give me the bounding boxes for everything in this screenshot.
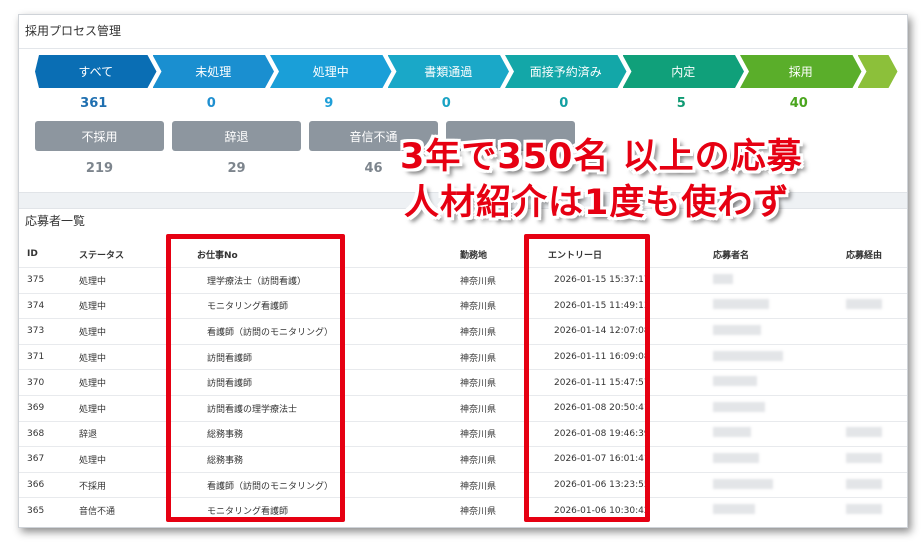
process-step-count: 0: [206, 96, 216, 111]
table-row[interactable]: 375 処理中 理学療法士（訪問看護） 神奈川県 2026-01-15 15:37:17: [19, 267, 907, 294]
redacted-name: [713, 401, 765, 412]
redacted-name: [713, 452, 759, 463]
redacted-source: [846, 452, 882, 463]
cell-applicant-name[interactable]: [713, 369, 846, 396]
col-id[interactable]: ID: [19, 241, 79, 268]
cell-source: [846, 497, 907, 523]
recruitment-dashboard: 採用プロセス管理 すべて 未処理 処理中 書類通過 面接予約済み 内定 採用 361 0 9 0 0…: [18, 14, 908, 528]
redacted-name: [713, 504, 755, 515]
secondary-status-count: 219: [85, 161, 114, 176]
redacted-source: [846, 299, 882, 310]
title-divider: [19, 48, 907, 49]
redacted-source: [846, 504, 882, 515]
cell-id: 368: [19, 420, 79, 447]
col-source[interactable]: 応募経由: [846, 241, 907, 268]
cell-source: [846, 471, 907, 498]
process-step-count: 0: [559, 96, 569, 111]
applicants-table: ID ステータス お仕事No 勤務地 エントリー日 応募者名 応募経由 375 処…: [19, 241, 907, 523]
table-row[interactable]: 365 音信不通 モニタリング看護師 神奈川県 2026-01-06 10:30:42: [19, 497, 907, 523]
process-step-count: 40: [789, 96, 808, 111]
table-row[interactable]: 370 処理中 訪問看護師 神奈川県 2026-01-11 15:47:57: [19, 369, 907, 396]
redacted-source: [846, 478, 882, 489]
table-row[interactable]: 371 処理中 訪問看護師 神奈川県 2026-01-11 16:09:08: [19, 343, 907, 370]
cell-applicant-name[interactable]: [713, 292, 846, 319]
cell-id: 369: [19, 394, 79, 422]
table-row[interactable]: 373 処理中 看護師（訪問のモニタリング） 神奈川県 2026-01-14 12:07…: [19, 318, 907, 345]
overlay-headline-1: 3年で350名 以上の応募: [400, 137, 803, 177]
cell-source: [846, 369, 907, 396]
redacted-source: [846, 427, 882, 438]
secondary-status-label: 辞退: [224, 129, 249, 144]
cell-id: 375: [19, 267, 79, 294]
process-step-4[interactable]: 面接予約済み: [505, 55, 627, 88]
process-step-count: 9: [324, 96, 334, 111]
process-step-5[interactable]: 内定: [623, 55, 745, 88]
col-applicant-name[interactable]: 応募者名: [713, 241, 846, 268]
cell-applicant-name[interactable]: [713, 497, 846, 523]
secondary-status-label: 不採用: [81, 129, 118, 144]
process-step-label: 書類通過: [424, 65, 473, 79]
highlight-job-column: [166, 234, 345, 522]
cell-applicant-name[interactable]: [713, 267, 846, 294]
cell-applicant-name[interactable]: [713, 343, 846, 370]
cell-source: [846, 446, 907, 473]
table-row[interactable]: 366 不採用 看護師（訪問のモニタリング） 神奈川県 2026-01-06 13:23…: [19, 471, 907, 498]
cell-source: [846, 343, 907, 370]
process-step-6[interactable]: 採用: [740, 55, 862, 88]
applicants-title: 応募者一覧: [25, 214, 86, 228]
cell-applicant-name[interactable]: [713, 446, 846, 473]
cell-id: 374: [19, 292, 79, 319]
cell-applicant-name[interactable]: [713, 420, 846, 447]
cell-source: [846, 267, 907, 294]
process-step-more[interactable]: [858, 55, 898, 88]
process-step-1[interactable]: 未処理: [153, 55, 275, 88]
cell-id: 373: [19, 318, 79, 345]
cell-source: [846, 420, 907, 447]
process-step-2[interactable]: 処理中: [270, 55, 392, 88]
secondary-status-button-0[interactable]: 不採用: [35, 121, 164, 151]
process-step-label: 面接予約済み: [529, 65, 602, 79]
table-row[interactable]: 369 処理中 訪問看護の理学療法士 神奈川県 2026-01-08 20:50:41: [19, 394, 907, 422]
cell-id: 366: [19, 471, 79, 498]
cell-applicant-name[interactable]: [713, 471, 846, 498]
secondary-status-label: 音信不通: [349, 129, 398, 144]
process-step-3[interactable]: 書類通過: [388, 55, 510, 88]
process-step-count: 0: [441, 96, 451, 111]
cell-id: 365: [19, 497, 79, 523]
highlight-entry-column: [524, 234, 650, 522]
process-step-label: 未処理: [195, 65, 232, 79]
secondary-status-count: 29: [227, 161, 246, 176]
process-step-label: 処理中: [312, 65, 349, 79]
redacted-name: [713, 273, 733, 284]
process-step-count: 5: [676, 96, 686, 111]
table-row[interactable]: 368 辞退 総務事務 神奈川県 2026-01-08 19:46:39: [19, 420, 907, 447]
process-step-0[interactable]: すべて: [35, 55, 157, 88]
redacted-name: [713, 478, 773, 489]
process-step-label: すべて: [78, 65, 114, 79]
process-step-label: 内定: [671, 65, 696, 79]
process-step-count: 361: [80, 96, 108, 111]
redacted-name: [713, 324, 761, 335]
table-header-row: ID ステータス お仕事No 勤務地 エントリー日 応募者名 応募経由: [19, 241, 907, 268]
cell-applicant-name[interactable]: [713, 318, 846, 345]
process-steps: すべて 未処理 処理中 書類通過 面接予約済み 内定 採用: [35, 55, 908, 88]
overlay-headline-2: 人材紹介は1度も使わず: [404, 183, 790, 223]
secondary-status-button-1[interactable]: 辞退: [172, 121, 301, 151]
redacted-name: [713, 350, 783, 361]
process-title: 採用プロセス管理: [25, 24, 122, 38]
cell-source: [846, 292, 907, 319]
cell-id: 367: [19, 446, 79, 473]
process-step-label: 採用: [788, 65, 813, 79]
redacted-name: [713, 427, 751, 438]
redacted-name: [713, 299, 769, 310]
cell-id: 371: [19, 343, 79, 370]
cell-id: 370: [19, 369, 79, 396]
table-row[interactable]: 367 処理中 総務事務 神奈川県 2026-01-07 16:01:41: [19, 446, 907, 473]
table-row[interactable]: 374 処理中 モニタリング看護師 神奈川県 2026-01-15 11:49:13: [19, 292, 907, 319]
redacted-name: [713, 376, 757, 387]
cell-source: [846, 394, 907, 422]
cell-applicant-name[interactable]: [713, 394, 846, 422]
cell-source: [846, 318, 907, 345]
